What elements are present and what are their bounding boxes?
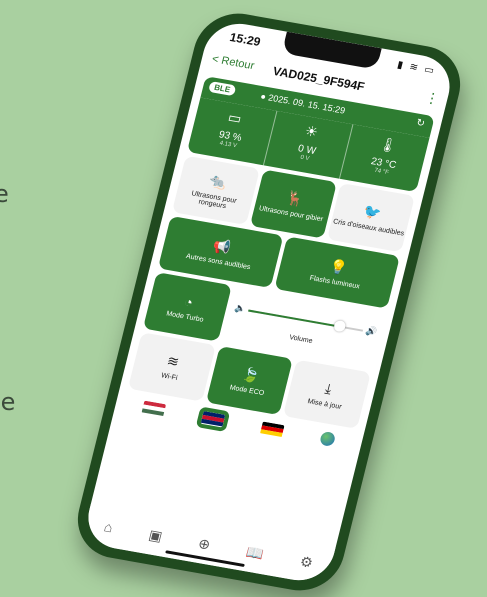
mode-label: Flashs lumineux (308, 274, 361, 291)
mode-turbo[interactable]: ◔ Mode Turbo (142, 272, 232, 342)
mode-label: Cris d'oiseaux audibles (332, 218, 405, 238)
content: BLE ● 2025. 09. 15. 15:29 ↻ ▭ 93 % 4.13 … (122, 76, 435, 454)
speedometer-icon: ◔ (182, 293, 195, 311)
mode-label: Mode Turbo (165, 309, 205, 324)
download-icon: ⤓ (323, 380, 334, 397)
wifi-icon: ≋ (165, 352, 181, 370)
phone-screen: 15:29 ▮ ≋ ▭ < Retour VAD025_9F594F ⋮ BLE… (81, 18, 457, 586)
home-icon[interactable]: ⌂ (102, 518, 114, 535)
mode-label: Wi-Fi (160, 372, 179, 382)
flag-german-icon[interactable] (259, 420, 285, 438)
book-icon[interactable]: 📖 (245, 543, 266, 563)
phone: 15:29 ▮ ≋ ▭ < Retour VAD025_9F594F ⋮ BLE… (68, 6, 470, 597)
update-button[interactable]: ⤓ Mise à jour (283, 359, 371, 429)
deer-icon: 🦌 (284, 188, 306, 208)
volume-high-icon: 🔊 (364, 325, 379, 338)
mode-label: Mise à jour (306, 398, 343, 411)
status-time: 15:29 (228, 30, 262, 49)
mode-rodent-ultrasound[interactable]: 🐀 Ultrasons pour rongeurs (171, 155, 260, 225)
back-button[interactable]: < Retour (211, 53, 256, 72)
mode-label: Ultrasons pour gibier (258, 205, 324, 224)
leaf-icon: 🍃 (240, 365, 262, 385)
mode-label: Mode ECO (228, 384, 265, 398)
flag-english-icon[interactable] (196, 405, 231, 433)
settings-icon[interactable]: ⚙ (298, 553, 314, 572)
wifi-button[interactable]: ≋ Wi-Fi (127, 332, 216, 402)
volume-knob[interactable] (332, 319, 347, 333)
bulb-icon: 💡 (328, 257, 350, 276)
signal-wifi-battery-icon: ▮ ≋ ▭ (395, 59, 438, 77)
mode-label: Autres sons audibles (185, 253, 252, 272)
tab-bar: ⌂ ▣ ⊕ 📖 ⚙ (81, 503, 336, 586)
add-icon[interactable]: ⊕ (197, 535, 212, 554)
flag-hungarian-icon[interactable] (141, 400, 167, 417)
mode-game-ultrasound[interactable]: 🦌 Ultrasons pour gibier (249, 169, 338, 239)
volume-slider[interactable] (248, 309, 364, 333)
bird-icon: 🐦 (361, 202, 384, 222)
volume-fill (248, 309, 341, 328)
kebab-icon[interactable]: ⋮ (423, 89, 441, 108)
refresh-icon[interactable]: ↻ (415, 118, 426, 130)
rodent-icon: 🐀 (207, 171, 229, 191)
mode-bird-calls[interactable]: 🐦 Cris d'oiseaux audibles (327, 183, 415, 253)
scene: 15:29 ▮ ≋ ▭ < Retour VAD025_9F594F ⋮ BLE… (0, 0, 487, 597)
mode-label: Ultrasons pour rongeurs (190, 189, 238, 210)
mode-eco[interactable]: 🍃 Mode ECO (205, 345, 294, 416)
globe-icon[interactable] (319, 430, 337, 447)
megaphone-icon: 📢 (211, 236, 233, 256)
volume-low-icon: 🔈 (233, 302, 248, 314)
ble-badge: BLE (208, 81, 237, 97)
device-icon[interactable]: ▣ (147, 526, 164, 545)
